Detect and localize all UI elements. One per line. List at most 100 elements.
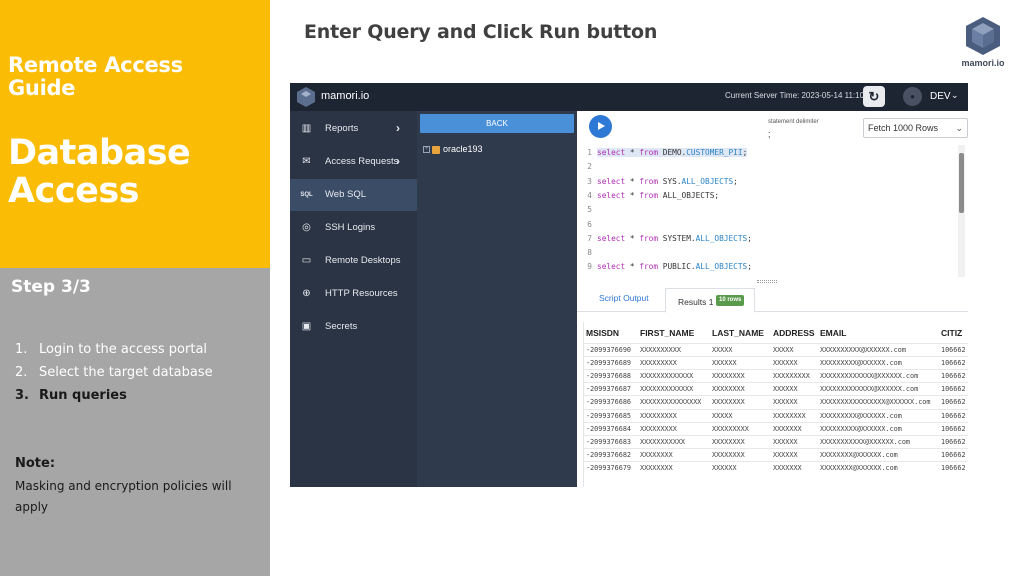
nav-item-reports[interactable]: ▥ Reports › [290, 113, 417, 145]
table-cell: XXXXXXXX [712, 372, 745, 381]
column-header[interactable]: FIRST_NAME [640, 328, 694, 338]
fetch-size-value: Fetch 1000 Rows [868, 123, 939, 133]
user-avatar[interactable]: ● [903, 87, 922, 106]
table-cell: XXXXXX [773, 398, 798, 407]
fetch-size-select[interactable]: Fetch 1000 Rows ⌄ [863, 118, 968, 138]
table-cell: -2099376686 [586, 398, 632, 407]
table-row[interactable]: -2099376684 XXXXXXXXX XXXXXXXXX XXXXXXX XXXX… [584, 421, 968, 435]
table-cell: 106662 [941, 359, 966, 368]
table-cell: 106662 [941, 450, 966, 459]
table-cell: XXXXXXXXXXXXX@XXXXXX.com [820, 372, 919, 381]
line-number: 7 [587, 233, 592, 243]
editor-scrollbar[interactable] [958, 145, 965, 277]
cube-logo-icon [966, 17, 1000, 55]
table-row[interactable]: -2099376690 XXXXXXXXXX XXXXX XXXXX XXXXXXXXX… [584, 343, 968, 356]
code-text: select * from ALL_OBJECTS; [597, 190, 720, 200]
editor-line[interactable]: 7 select * from SYSTEM.ALL_OBJECTS; [580, 233, 752, 245]
table-cell: XXXXXXXXXXXXXXX [640, 398, 702, 407]
tab-results[interactable]: Results 1 10 rows [665, 288, 755, 313]
chevron-down-icon[interactable]: ⌄ [951, 90, 959, 101]
run-button[interactable] [589, 115, 612, 138]
chevron-down-icon: ⌄ [955, 123, 963, 133]
column-header[interactable]: MSISDN [586, 328, 619, 338]
pane-splitter[interactable] [757, 280, 777, 283]
editor-line[interactable]: 9 select * from PUBLIC.ALL_OBJECTS; [580, 261, 752, 273]
column-header[interactable]: EMAIL [820, 328, 846, 338]
table-cell: XXXXXX [773, 359, 798, 368]
editor-line[interactable]: 1 select * from DEMO.CUSTOMER_PII; [580, 147, 748, 159]
editor-line[interactable]: 5 [580, 204, 597, 216]
note-label: Note: [15, 456, 56, 471]
column-header[interactable]: LAST_NAME [712, 328, 764, 338]
chevron-right-icon: › [396, 121, 400, 135]
column-header[interactable]: CITIZ [941, 328, 962, 338]
editor-line[interactable]: 8 [580, 247, 597, 259]
env-selector-label[interactable]: DEV [930, 91, 951, 102]
sql-editor[interactable]: 1 select * from DEMO.CUSTOMER_PII; 2 3 selec… [580, 145, 958, 277]
delimiter-input[interactable]: ; [768, 129, 771, 139]
step-item: 2. Select the target database [15, 365, 213, 380]
nav-item-remote-desktops[interactable]: ▭ Remote Desktops [290, 245, 417, 277]
inbox-icon: ✉ [302, 156, 311, 167]
slide-heading: Enter Query and Click Run button [304, 21, 658, 43]
table-cell: XXXXXXXXX [640, 359, 677, 368]
database-tree: BACK + oracle193 [417, 111, 577, 487]
table-cell: XXXXXXXX [712, 385, 745, 394]
table-cell: XXXXXXXXX@XXXXXX.com [820, 411, 902, 420]
nav-item-ssh-logins[interactable]: ◎ SSH Logins [290, 212, 417, 244]
tab-script-output[interactable]: Script Output [599, 293, 649, 303]
table-cell: XXXXXXXXX [640, 411, 677, 420]
table-cell: -2099376690 [586, 346, 632, 354]
globe-icon: ⊕ [302, 288, 311, 299]
nav-item-access-requests[interactable]: ✉ Access Requests › [290, 146, 417, 178]
steps-panel [0, 268, 270, 576]
table-cell: XXXXXXXX [712, 450, 745, 459]
app-name: mamori.io [321, 90, 370, 102]
table-row[interactable]: -2099376686 XXXXXXXXXXXXXXX XXXXXXXX XXXXXX… [584, 395, 968, 408]
nav-item-web-sql[interactable]: SQL Web SQL [290, 179, 417, 211]
table-row[interactable]: -2099376683 XXXXXXXXXXX XXXXXXXX XXXXXX XXXX… [584, 434, 968, 448]
table-row[interactable]: -2099376689 XXXXXXXXX XXXXXX XXXXXX XXXXXXXX… [584, 356, 968, 369]
editor-line[interactable]: 2 [580, 161, 597, 173]
editor-line[interactable]: 3 select * from SYS.ALL_OBJECTS; [580, 176, 738, 188]
table-cell: XXXXXXX [773, 463, 802, 472]
table-cell: 106662 [941, 424, 966, 433]
expand-icon[interactable]: + [423, 146, 430, 154]
editor-line[interactable]: 4 select * from ALL_OBJECTS; [580, 190, 719, 202]
tree-node-database[interactable]: + oracle193 [423, 144, 483, 154]
table-cell: XXXXXXXX [712, 437, 745, 446]
table-cell: -2099376685 [586, 411, 632, 420]
results-tabs: Script Output Results 1 10 rows [577, 286, 968, 313]
note-text: Masking and encryption policies will app… [15, 479, 232, 514]
sql-workspace: statement delimiter ; Fetch 1000 Rows ⌄ … [577, 111, 968, 487]
back-button[interactable]: BACK [420, 114, 574, 133]
editor-line[interactable]: 6 [580, 219, 597, 231]
table-cell: -2099376682 [586, 450, 632, 459]
table-cell: 106662 [941, 372, 966, 381]
table-cell: XXXXXXXXX [773, 372, 810, 381]
line-number: 8 [587, 248, 592, 258]
table-cell: -2099376684 [586, 424, 632, 433]
tree-node-label: oracle193 [443, 144, 483, 154]
table-cell: 106662 [941, 346, 966, 354]
database-icon [432, 145, 440, 154]
table-row[interactable]: -2099376688 XXXXXXXXXXXXX XXXXXXXX XXXXXXXX… [584, 369, 968, 382]
table-cell: XXXXXXX [773, 424, 802, 433]
table-cell: XXXXXX [712, 359, 737, 368]
results-grid: MSISDN FIRST_NAME LAST_NAME ADDRESS EMAIL CIT… [583, 322, 968, 487]
nav-label: Web SQL [325, 189, 367, 200]
scrollbar-thumb[interactable] [959, 153, 964, 213]
column-header[interactable]: ADDRESS [773, 328, 815, 338]
table-row[interactable]: -2099376687 XXXXXXXXXXXXX XXXXXXXX XXXXXX XX… [584, 382, 968, 395]
editor-line[interactable]: 10 [580, 276, 597, 278]
nav-item-http-resources[interactable]: ⊕ HTTP Resources [290, 278, 417, 310]
refresh-button[interactable]: ↻ [863, 86, 885, 107]
step-item: 1. Login to the access portal [15, 342, 208, 357]
table-row[interactable]: -2099376685 XXXXXXXXX XXXXX XXXXXXXX XXXXXXX… [584, 408, 968, 422]
line-number: 2 [587, 162, 592, 172]
table-row[interactable]: -2099376679 XXXXXXXX XXXXXX XXXXXXX XXXXXXXX… [584, 460, 968, 474]
server-time: Current Server Time: 2023-05-14 11:10 [725, 91, 865, 100]
code-text: select * from PUBLIC.ALL_OBJECTS; [597, 262, 752, 272]
table-row[interactable]: -2099376682 XXXXXXXX XXXXXXXX XXXXXX XXXXXXX… [584, 447, 968, 461]
nav-item-secrets[interactable]: ▣ Secrets [290, 311, 417, 343]
